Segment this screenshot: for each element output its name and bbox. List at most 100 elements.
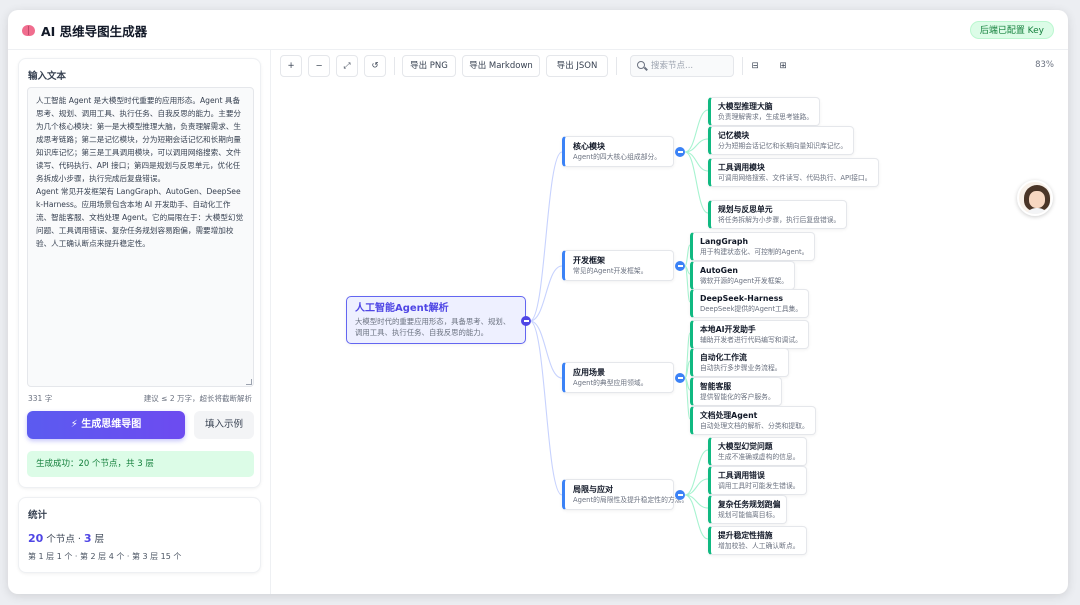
title-bar: AI 思维导图生成器 后端已配置 Key xyxy=(8,10,1068,50)
node-title: AutoGen xyxy=(700,266,738,275)
node-title: 开发框架 xyxy=(573,256,605,265)
node-title: 局限与应对 xyxy=(573,485,613,494)
node-description: 自动执行多步骤业务流程。 xyxy=(700,364,782,372)
node-description: 负责理解需求，生成思考链路。 xyxy=(718,113,814,121)
node-description: 常见的Agent开发框架。 xyxy=(573,267,648,275)
search-icon xyxy=(637,61,645,69)
leaf-node[interactable]: 规划与反思单元将任务拆解为小步骤，执行后复盘错误。 xyxy=(708,200,848,229)
toolbar-separator xyxy=(394,57,395,75)
node-description: 分为短期会话记忆和长期向量知识库记忆。 xyxy=(718,142,848,150)
toolbar-separator xyxy=(742,57,743,75)
zoom-in-button[interactable]: + xyxy=(280,55,302,77)
node-description: Agent的局限性及提升稳定性的方法。 xyxy=(573,496,689,504)
brain-icon xyxy=(22,25,35,36)
node-title: 复杂任务规划跑偏 xyxy=(718,500,781,509)
node-title: 记忆模块 xyxy=(718,131,750,140)
node-title: 自动化工作流 xyxy=(700,353,747,362)
branch-node[interactable]: 核心模块 Agent的四大核心组成部分。 xyxy=(562,136,674,167)
node-title: 规划与反思单元 xyxy=(718,205,773,214)
node-description: 用于构建状态化、可控制的Agent。 xyxy=(700,248,809,256)
stats-panel: 统计 20 个节点 · 3 层 第 1 层 1 个 · 第 2 层 4 个 · … xyxy=(18,497,261,573)
mindmap-edge xyxy=(529,265,563,322)
mindmap-edge xyxy=(529,151,563,322)
search-placeholder: 搜索节点... xyxy=(651,61,694,71)
node-title: 文档处理Agent xyxy=(700,411,758,420)
collapse-toggle-icon[interactable] xyxy=(675,147,685,157)
node-description: 增加校验、人工确认断点。 xyxy=(718,542,800,550)
node-title: 大模型推理大脑 xyxy=(718,102,773,111)
leaf-node[interactable]: DeepSeek-Harness DeepSeek提供的Agent工具集。 xyxy=(690,289,810,318)
branch-node[interactable]: 应用场景 Agent的典型应用领域。 xyxy=(562,362,674,393)
node-title: LangGraph xyxy=(700,237,748,246)
expand-all-button[interactable]: ⊞ xyxy=(772,55,794,77)
leaf-node[interactable]: 智能客服提供智能化的客户服务。 xyxy=(690,377,782,406)
leaf-node[interactable]: LangGraph 用于构建状态化、可控制的Agent。 xyxy=(690,232,816,261)
node-description: 调用工具时可能发生错误。 xyxy=(718,482,800,490)
export-json-button[interactable]: 导出 JSON xyxy=(546,55,608,77)
node-description: 生成不准确或虚构的信息。 xyxy=(718,453,800,461)
branch-node[interactable]: 局限与应对 Agent的局限性及提升稳定性的方法。 xyxy=(562,479,689,510)
node-title: 本地AI开发助手 xyxy=(700,325,756,334)
leaf-node[interactable]: 本地AI开发助手 辅助开发者进行代码编写和调试。 xyxy=(690,320,809,349)
node-description: 可调用网络搜索、文件读写、代码执行、API接口。 xyxy=(718,174,872,182)
node-title: 工具调用错误 xyxy=(718,471,765,480)
text-input[interactable]: 人工智能 Agent 是大模型时代重要的应用形态。Agent 具备思考、规划、调… xyxy=(27,87,254,387)
mindmap-canvas[interactable]: 人工智能Agent解析大模型时代的重要应用形态，具备思考、规划、调用工具、执行任… xyxy=(270,82,1068,594)
node-title: 智能客服 xyxy=(700,382,732,391)
zoom-out-button[interactable]: − xyxy=(308,55,330,77)
avatar-face xyxy=(1029,191,1045,208)
node-description: 规划可能偏离目标。 xyxy=(718,511,780,519)
collapse-all-button[interactable]: ⊟ xyxy=(744,55,766,77)
node-title: 应用场景 xyxy=(573,368,605,377)
node-count: 20 xyxy=(28,532,44,545)
node-description: 将任务拆解为小步骤，执行后复盘错误。 xyxy=(718,216,841,224)
node-title: DeepSeek-Harness xyxy=(700,294,783,303)
node-title: 提升稳定性措施 xyxy=(718,531,773,540)
leaf-node[interactable]: 工具调用错误调用工具时可能发生错误。 xyxy=(708,466,807,495)
leaf-node[interactable]: 文档处理Agent 自动处理文档的解析、分类和提取。 xyxy=(690,406,816,435)
leaf-node[interactable]: 大模型推理大脑负责理解需求，生成思考链路。 xyxy=(708,97,821,126)
leaf-node[interactable]: 自动化工作流自动执行多步骤业务流程。 xyxy=(690,348,789,377)
leaf-node[interactable]: AutoGen 微软开源的Agent开发框架。 xyxy=(690,261,796,290)
export-markdown-button[interactable]: 导出 Markdown xyxy=(462,55,540,77)
node-search-input[interactable]: 搜索节点... xyxy=(630,55,734,77)
node-description: 提供智能化的客户服务。 xyxy=(700,393,775,401)
node-description: Agent的典型应用领域。 xyxy=(573,379,648,387)
leaf-node[interactable]: 工具调用模块 可调用网络搜索、文件读写、代码执行、API接口。 xyxy=(708,158,879,187)
mindmap-toolbar: + − ⤢ ↺ 导出 PNG 导出 Markdown 导出 JSON 搜索节点.… xyxy=(278,52,1068,80)
key-status-badge[interactable]: 后端已配置 Key xyxy=(969,21,1054,39)
leaf-node[interactable]: 大模型幻觉问题 生成不准确或虚构的信息。 xyxy=(708,437,807,466)
collapse-toggle-icon[interactable] xyxy=(521,316,531,326)
node-description: 自动处理文档的解析、分类和提取。 xyxy=(700,422,809,430)
input-panel-title: 输入文本 xyxy=(28,71,67,82)
fill-example-button[interactable]: 填入示例 xyxy=(194,411,254,439)
collapse-toggle-icon[interactable] xyxy=(675,373,685,383)
reset-view-button[interactable]: ↺ xyxy=(364,55,386,77)
mindmap-root-node[interactable]: 人工智能Agent解析大模型时代的重要应用形态，具备思考、规划、调用工具、执行任… xyxy=(346,296,526,344)
node-unit: 个节点 · xyxy=(43,534,84,545)
assistant-avatar[interactable] xyxy=(1017,180,1053,216)
fit-view-button[interactable]: ⤢ xyxy=(336,55,358,77)
leaf-node[interactable]: 提升稳定性措施增加校验、人工确认断点。 xyxy=(708,526,807,555)
layer-count: 3 xyxy=(83,532,92,545)
mindmap-edge xyxy=(684,478,709,496)
export-png-button[interactable]: 导出 PNG xyxy=(402,55,456,77)
char-count: 331 字 xyxy=(28,394,53,403)
stats-title: 统计 xyxy=(28,510,48,521)
app-title: AI 思维导图生成器 xyxy=(22,21,147,40)
app-title-text: AI 思维导图生成器 xyxy=(41,24,148,39)
collapse-toggle-icon[interactable] xyxy=(675,261,685,271)
node-description: 大模型时代的重要应用形态，具备思考、规划、调用工具、执行任务、自我反思的能力。 xyxy=(355,317,511,337)
leaf-node[interactable]: 记忆模块分为短期会话记忆和长期向量知识库记忆。 xyxy=(708,126,855,155)
node-description: DeepSeek提供的Agent工具集。 xyxy=(700,305,803,313)
mindmap-edge xyxy=(529,320,563,496)
branch-node[interactable]: 开发框架常见的Agent开发框架。 xyxy=(562,250,674,281)
mindmap-edge xyxy=(529,320,563,379)
node-title: 人工智能Agent解析 xyxy=(355,303,449,314)
resize-handle[interactable] xyxy=(246,379,252,385)
leaf-node[interactable]: 复杂任务规划跑偏 规划可能偏离目标。 xyxy=(708,495,788,524)
layer-breakdown: 第 1 层 1 个 · 第 2 层 4 个 · 第 3 层 15 个 xyxy=(28,552,182,561)
generate-mindmap-button[interactable]: ⚡ 生成思维导图 xyxy=(27,411,185,439)
collapse-toggle-icon[interactable] xyxy=(675,490,685,500)
mindmap-edge xyxy=(684,449,709,496)
